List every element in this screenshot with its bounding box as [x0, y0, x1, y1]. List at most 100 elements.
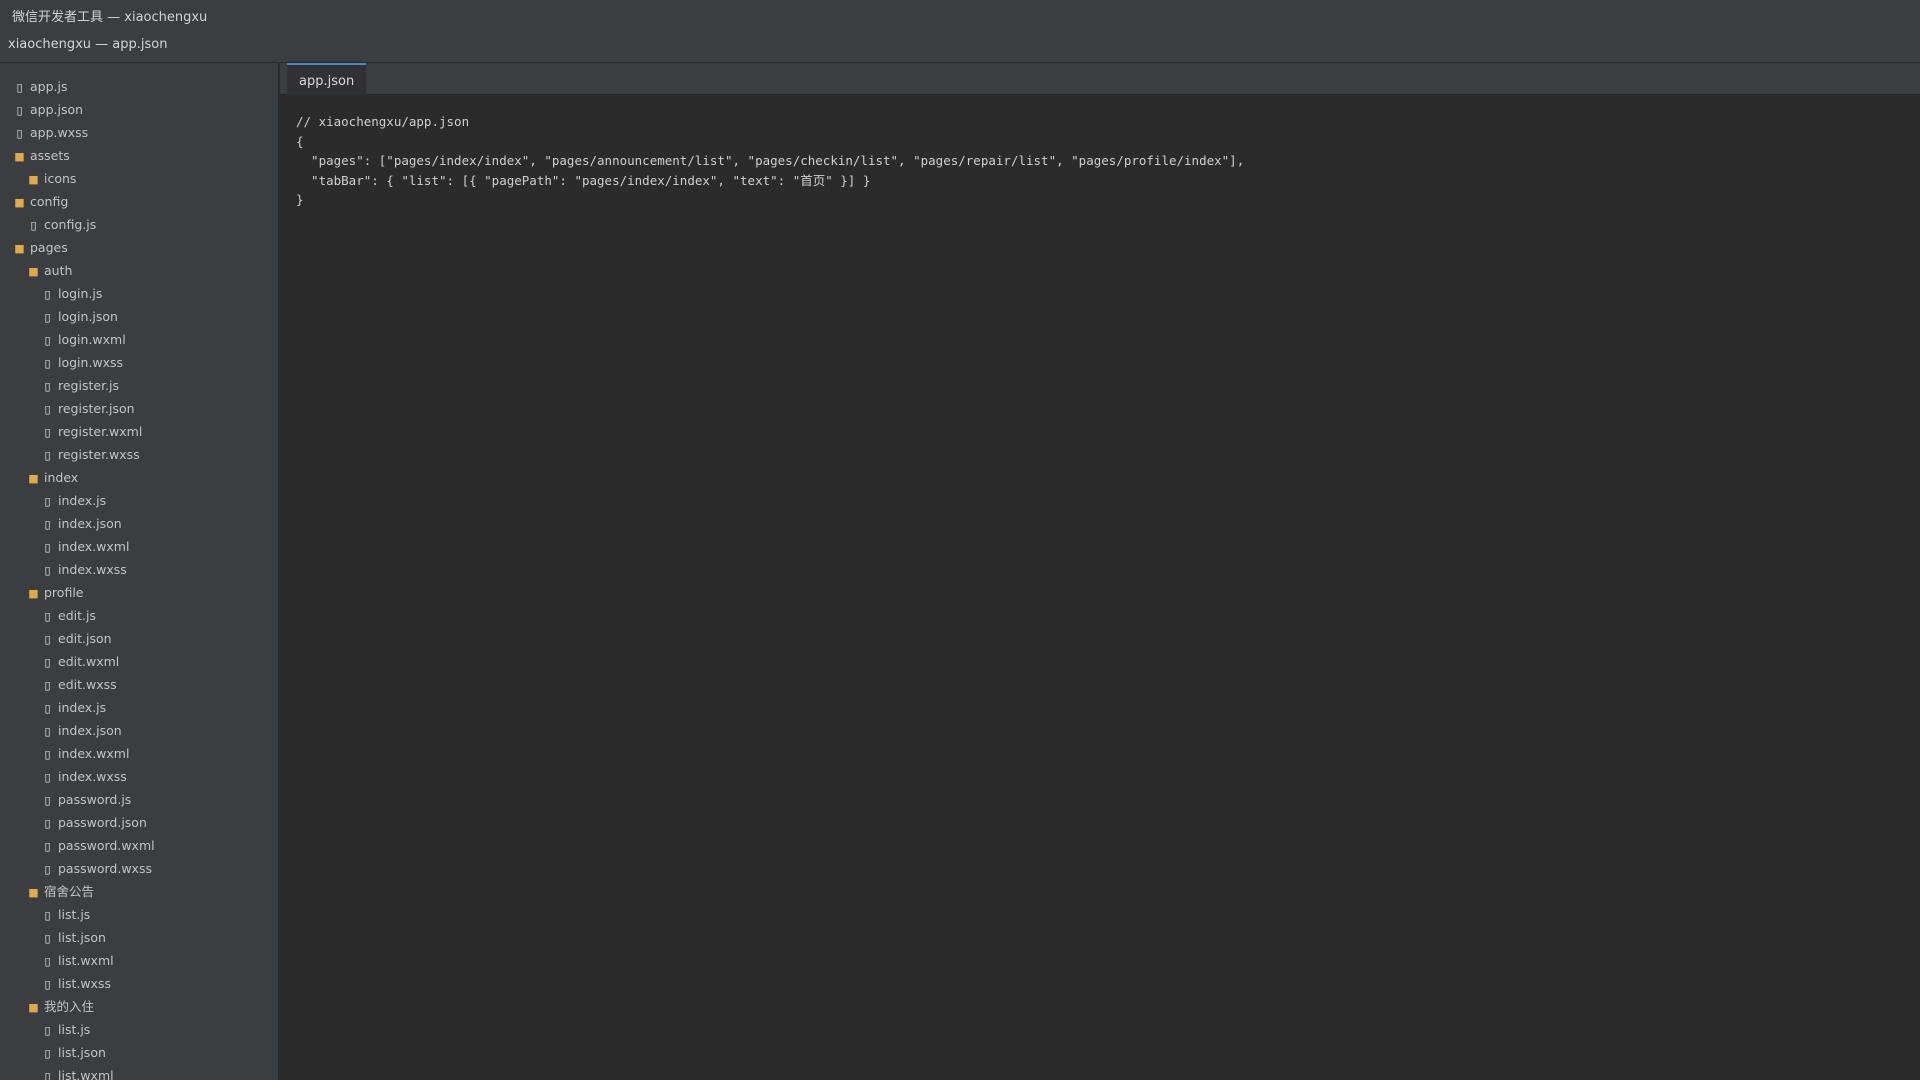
- file-icon: ▯: [44, 817, 51, 830]
- tree-file[interactable]: ▯ index.wxml: [40, 535, 129, 558]
- folder-icon: ■: [14, 196, 25, 209]
- tree-file[interactable]: ▯ login.json: [40, 305, 118, 328]
- editor-area: app.json // xiaochengxu/app.json { "pages…: [280, 63, 1920, 1080]
- file-icon: ▯: [30, 219, 37, 232]
- tree-file[interactable]: ▯ index.js: [40, 489, 106, 512]
- file-icon: ▯: [44, 909, 51, 922]
- tree-file[interactable]: ▯ login.js: [40, 282, 102, 305]
- file-icon: ▯: [44, 518, 51, 531]
- file-icon: ▯: [44, 702, 51, 715]
- file-icon: ▯: [44, 610, 51, 623]
- file-icon: ▯: [44, 633, 51, 646]
- tree-folder[interactable]: ■ assets: [12, 144, 70, 167]
- title-bar: 微信开发者工具 — xiaochengxu xiaochengxu — app.…: [0, 0, 1920, 63]
- tree-file[interactable]: ▯ list.json: [40, 1041, 105, 1064]
- folder-icon: ■: [14, 150, 25, 163]
- tree-file[interactable]: ▯ app.wxss: [12, 121, 88, 144]
- file-icon: ▯: [44, 932, 51, 945]
- tree-file[interactable]: ▯ list.json: [40, 926, 105, 949]
- tree-folder[interactable]: ■ 我的入住: [26, 995, 94, 1018]
- window-title: xiaochengxu — app.json: [8, 37, 168, 52]
- tree-item-label: index.js: [58, 493, 107, 508]
- tree-file[interactable]: ▯ list.js: [40, 1018, 90, 1041]
- tree-file[interactable]: ▯ index.wxss: [40, 558, 127, 581]
- tree-file[interactable]: ▯ password.json: [40, 811, 147, 834]
- file-icon: ▯: [44, 656, 51, 669]
- tree-item-label: password.json: [58, 815, 147, 830]
- tree-file[interactable]: ▯ index.json: [40, 512, 121, 535]
- tree-file[interactable]: ▯ app.json: [12, 98, 83, 121]
- file-icon: ▯: [44, 426, 51, 439]
- tree-file[interactable]: ▯ config.js: [26, 213, 96, 236]
- tree-file[interactable]: ▯ list.wxss: [40, 972, 111, 995]
- tree-item-label: login.wxss: [58, 355, 124, 370]
- file-icon: ▯: [44, 541, 51, 554]
- tree-item-label: list.wxml: [58, 953, 114, 968]
- folder-icon: ■: [28, 1001, 39, 1014]
- tree-item-label: register.wxml: [58, 424, 143, 439]
- tree-folder[interactable]: ■ 宿舍公告: [26, 880, 94, 903]
- file-icon: ▯: [44, 1024, 51, 1037]
- app-title: 微信开发者工具 — xiaochengxu: [12, 10, 208, 25]
- folder-icon: ■: [28, 472, 39, 485]
- tree-item-label: login.wxml: [58, 332, 126, 347]
- tree-item-label: list.wxml: [58, 1068, 114, 1080]
- tree-folder[interactable]: ■ config: [12, 190, 68, 213]
- tree-item-label: edit.json: [58, 631, 112, 646]
- tree-item-label: 宿舍公告: [44, 884, 95, 899]
- tree-file[interactable]: ▯ login.wxml: [40, 328, 126, 351]
- tree-item-label: app.wxss: [30, 125, 89, 140]
- code-editor[interactable]: // xiaochengxu/app.json { "pages": ["page…: [296, 112, 1244, 210]
- tree-file[interactable]: ▯ register.json: [40, 397, 134, 420]
- tree-item-label: auth: [44, 263, 73, 278]
- tree-item-label: app.json: [30, 102, 84, 117]
- tree-file[interactable]: ▯ edit.wxml: [40, 650, 119, 673]
- file-icon: ▯: [16, 81, 23, 94]
- tree-item-label: index.wxml: [58, 539, 130, 554]
- file-icon: ▯: [44, 449, 51, 462]
- tab-app-json[interactable]: app.json: [287, 63, 367, 95]
- tree-item-label: index.json: [58, 723, 122, 738]
- tree-folder[interactable]: ■ pages: [12, 236, 68, 259]
- tree-file[interactable]: ▯ password.wxml: [40, 834, 154, 857]
- tree-folder[interactable]: ■ index: [26, 466, 78, 489]
- tree-folder[interactable]: ■ icons: [26, 167, 76, 190]
- folder-icon: ■: [28, 265, 39, 278]
- tree-file[interactable]: ▯ password.js: [40, 788, 131, 811]
- tree-file[interactable]: ▯ edit.js: [40, 604, 96, 627]
- code-line: }: [296, 192, 304, 207]
- tree-file[interactable]: ▯ app.js: [12, 75, 67, 98]
- tree-item-label: register.wxss: [58, 447, 140, 462]
- tree-item-label: profile: [44, 585, 84, 600]
- tree-item-label: list.js: [58, 1022, 91, 1037]
- tree-item-label: edit.wxml: [58, 654, 120, 669]
- file-icon: ▯: [44, 495, 51, 508]
- file-icon: ▯: [16, 127, 23, 140]
- tree-file[interactable]: ▯ index.js: [40, 696, 106, 719]
- tree-file[interactable]: ▯ register.js: [40, 374, 119, 397]
- tree-file[interactable]: ▯ password.wxss: [40, 857, 152, 880]
- tree-item-label: pages: [30, 240, 68, 255]
- tree-item-label: config.js: [44, 217, 97, 232]
- file-icon: ▯: [44, 748, 51, 761]
- tree-file[interactable]: ▯ list.wxml: [40, 949, 114, 972]
- editor-tab-bar: app.json: [280, 63, 1920, 95]
- tree-file[interactable]: ▯ edit.wxss: [40, 673, 116, 696]
- tree-file[interactable]: ▯ login.wxss: [40, 351, 123, 374]
- tree-folder[interactable]: ■ profile: [26, 581, 83, 604]
- tree-item-label: list.wxss: [58, 976, 111, 991]
- tree-file[interactable]: ▯ edit.json: [40, 627, 112, 650]
- tree-file[interactable]: ▯ index.wxss: [40, 765, 126, 788]
- tree-item-label: assets: [30, 148, 70, 163]
- tree-file[interactable]: ▯ list.js: [40, 903, 90, 926]
- tree-item-label: password.js: [58, 792, 132, 807]
- tree-file[interactable]: ▯ register.wxml: [40, 420, 142, 443]
- tree-file[interactable]: ▯ register.wxss: [40, 443, 140, 466]
- tree-file[interactable]: ▯ list.wxml: [40, 1064, 114, 1080]
- tree-file[interactable]: ▯ index.json: [40, 719, 122, 742]
- tree-file[interactable]: ▯ index.wxml: [40, 742, 129, 765]
- tree-folder[interactable]: ■ auth: [26, 259, 72, 282]
- tree-item-label: list.js: [58, 907, 91, 922]
- code-line: "tabBar": { "list": [{ "pagePath": "page…: [296, 172, 871, 188]
- tree-item-label: index.wxss: [58, 562, 127, 577]
